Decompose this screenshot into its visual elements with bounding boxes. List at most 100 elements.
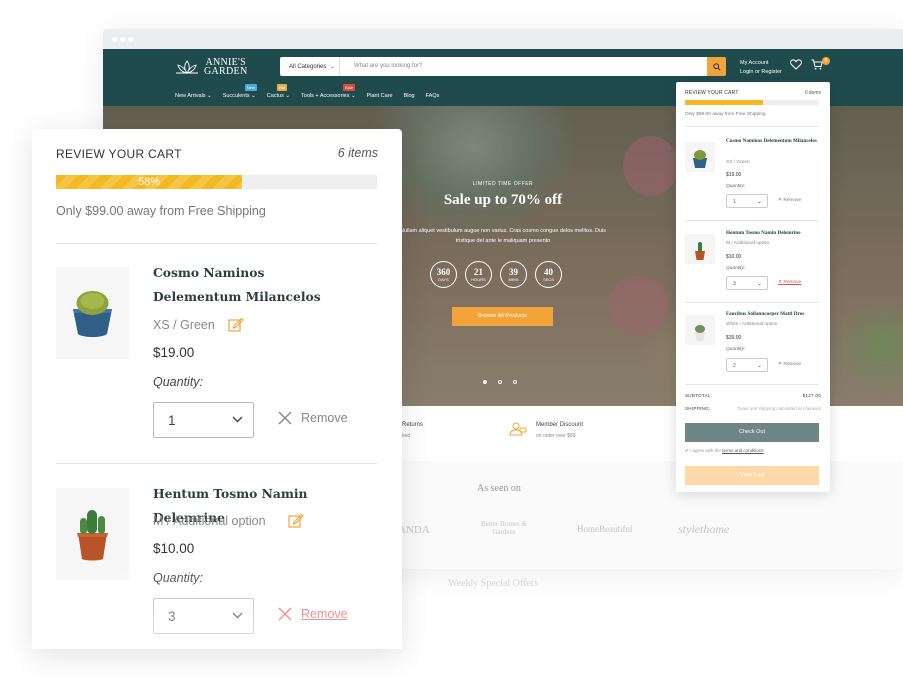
- terms-checkbox[interactable]: ✔: [685, 448, 689, 453]
- hero-headline: Sale up to 70% off: [443, 192, 563, 208]
- terms-agreement: ✔ I agree with the terms and conditions: [685, 448, 764, 454]
- product-name[interactable]: Hentum Tosmo Namin Delemrine: [726, 229, 821, 238]
- remove-item-button[interactable]: ✕ Remove: [778, 362, 801, 367]
- remove-label: Remove: [783, 280, 802, 285]
- window-dot: [120, 37, 125, 42]
- quantity-select[interactable]: 3 ⌄: [726, 276, 768, 290]
- quantity-label: Quantity:: [153, 375, 204, 389]
- view-cart-button[interactable]: View Cart: [685, 466, 819, 485]
- divider: [56, 243, 377, 244]
- category-select-label: All Categories: [289, 63, 327, 70]
- product-thumbnail[interactable]: [685, 142, 715, 172]
- countdown-mins: 39 MINS: [500, 261, 527, 288]
- nav-item-blog[interactable]: Blog: [404, 93, 415, 99]
- product-thumbnail[interactable]: [685, 315, 715, 345]
- subtotal-label: SUBTOTAL:: [685, 393, 713, 398]
- slider-dot[interactable]: [498, 380, 502, 384]
- shipping-label: SHIPPING:: [685, 406, 711, 411]
- nav-item-cactus[interactable]: Hot Cactus ⌄: [266, 84, 290, 99]
- search-button[interactable]: [707, 57, 726, 76]
- remove-item-button[interactable]: Remove: [278, 411, 348, 425]
- divider: [685, 384, 819, 385]
- divider: [685, 126, 819, 127]
- browser-chrome: [103, 29, 903, 49]
- chevron-down-icon: ⌄: [756, 281, 762, 287]
- remove-label: Remove: [301, 607, 348, 621]
- edit-icon[interactable]: [228, 317, 244, 332]
- remove-item-button[interactable]: Remove: [278, 607, 348, 621]
- product-thumbnail[interactable]: [56, 267, 129, 359]
- nav-item-plant-care[interactable]: Plant Care: [367, 93, 393, 99]
- product-name[interactable]: Faucibus Sollanncorper Mattl Dros: [726, 310, 821, 319]
- hero-description: Nullam aliquet vestibulum augue non vari…: [399, 228, 607, 244]
- chevron-down-icon: ⌄: [330, 63, 335, 70]
- checkout-button[interactable]: Check Out: [685, 423, 819, 442]
- quantity-label: Quantity:: [726, 347, 746, 352]
- login-register-link[interactable]: Login or Register: [740, 68, 782, 77]
- quantity-value: 2: [733, 363, 736, 369]
- product-name[interactable]: Cosmo Naminos Delementum Milancelos: [726, 137, 821, 146]
- brand-logo: ANDA: [398, 524, 430, 536]
- quantity-label: Quantity:: [726, 266, 746, 271]
- remove-item-button[interactable]: ✕ Remove: [778, 280, 801, 285]
- quantity-select[interactable]: 3: [153, 598, 254, 634]
- nav-item-label: Tools + Accessories: [301, 93, 350, 99]
- slider-dot[interactable]: [513, 380, 517, 384]
- hot-badge: Hot: [276, 84, 287, 91]
- nav-item-faqs[interactable]: FAQs: [426, 93, 440, 99]
- nav-item-label: New Arrivals: [175, 93, 206, 99]
- nav-item-succulents[interactable]: New Succulents ⌄: [223, 84, 257, 99]
- slider-dots: [483, 380, 517, 384]
- remove-label: Remove: [301, 411, 348, 425]
- product-thumbnail[interactable]: [685, 234, 715, 264]
- nav-item-label: Cactus: [266, 93, 284, 99]
- search-input[interactable]: What are you looking for?: [354, 63, 422, 69]
- quantity-select[interactable]: 1 ⌄: [726, 194, 768, 208]
- product-thumbnail[interactable]: [56, 488, 129, 580]
- potted-succulent-image: [695, 325, 705, 341]
- product-variant: White / Additional option: [726, 322, 778, 327]
- feature-subtitle: ked: [402, 433, 411, 439]
- divider: [685, 302, 819, 303]
- mini-cart-dropdown: REVIEW YOUR CART 6 items Only $99.00 awa…: [676, 82, 830, 492]
- feature-title: Returns: [402, 422, 424, 428]
- cart-title: REVIEW YOUR CART: [56, 147, 182, 161]
- remove-label: Remove: [783, 362, 802, 367]
- quantity-value: 3: [168, 609, 176, 624]
- countdown-unit: MINS: [508, 277, 519, 282]
- as-seen-on-title: As seen on: [477, 483, 521, 494]
- feature-subtitle: on order over $89: [536, 433, 576, 439]
- divider: [56, 463, 377, 464]
- potted-cactus-image: [693, 150, 707, 168]
- mini-cart-count: 6 items: [804, 90, 821, 96]
- search-icon: [712, 62, 721, 71]
- product-price: $10.00: [726, 254, 742, 260]
- category-select[interactable]: All Categories ⌄: [280, 57, 340, 76]
- shipping-note: Taxes and shipping calculated at checkou…: [736, 406, 821, 411]
- quantity-select[interactable]: 2 ⌄: [726, 358, 768, 372]
- account-link[interactable]: My Account Login or Register: [740, 59, 782, 77]
- heart-icon[interactable]: [790, 59, 802, 70]
- new-badge: New: [244, 84, 257, 91]
- terms-link[interactable]: terms and conditions: [722, 448, 764, 453]
- chevron-down-icon: ⌄: [756, 199, 762, 205]
- slider-dot[interactable]: [483, 380, 487, 384]
- countdown-days: 360 DAYS: [430, 261, 457, 288]
- site-logo[interactable]: ANNIE'S GARDEN: [175, 58, 248, 77]
- logo-text-line2: GARDEN: [204, 66, 248, 77]
- product-name[interactable]: Cosmo Naminos Delementum Milancelos: [153, 261, 353, 309]
- browse-all-products-button[interactable]: Browse All Products: [452, 307, 553, 326]
- product-variant: XS / Green: [726, 160, 750, 165]
- edit-icon[interactable]: [288, 513, 304, 528]
- remove-item-button[interactable]: ✕ Remove: [778, 198, 801, 203]
- sale-badge: Sale: [343, 84, 356, 91]
- nav-item-tools-accessories[interactable]: Sale Tools + Accessories ⌄: [301, 84, 356, 99]
- quantity-select[interactable]: 1: [153, 402, 254, 438]
- member-discount-icon: [509, 422, 527, 436]
- countdown-value: 360: [436, 267, 451, 277]
- product-price: $39.00: [726, 335, 742, 341]
- review-cart-panel: REVIEW YOUR CART 6 items 58% Only $99.00…: [32, 129, 402, 649]
- countdown-unit: DAYS: [438, 277, 449, 282]
- subtotal-value: $127.00: [802, 393, 821, 398]
- nav-item-new-arrivals[interactable]: New Arrivals ⌄: [175, 93, 212, 99]
